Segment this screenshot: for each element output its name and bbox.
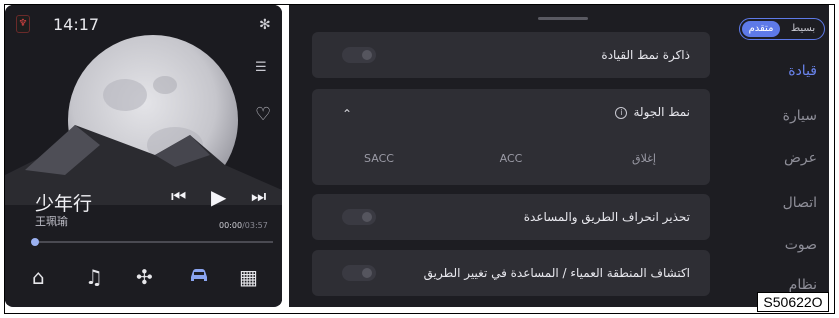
playlist-icon[interactable]: ☰	[255, 60, 267, 75]
heart-icon[interactable]: ♡	[255, 104, 271, 125]
blind-spot-toggle[interactable]	[342, 265, 376, 281]
song-title: 少年行	[35, 193, 93, 215]
chevron-up-icon[interactable]: ⌃	[342, 107, 352, 121]
info-icon[interactable]: i	[615, 106, 628, 119]
fan-icon[interactable]: ✣	[136, 265, 153, 289]
category-display[interactable]: عرض	[784, 150, 817, 166]
car-icon[interactable]	[188, 263, 210, 290]
category-system[interactable]: نظام	[789, 277, 817, 293]
category-vehicle[interactable]: سيارة	[783, 108, 817, 124]
song-artist: 王珮瑜	[35, 215, 68, 228]
music-icon[interactable]: ♫	[85, 265, 103, 289]
settings-panel: ذاكرة نمط القيادة ⌃ نمط الجولة i SACC ACC…	[289, 5, 731, 307]
lane-departure-toggle[interactable]	[342, 209, 376, 225]
bluetooth-icon: ✻	[259, 17, 271, 33]
drag-handle[interactable]	[538, 17, 588, 20]
card-drive-mode-memory[interactable]: ذاكرة نمط القيادة	[312, 32, 710, 78]
clock-time: 14:17	[53, 15, 100, 34]
play-icon[interactable]: ▶	[211, 185, 226, 209]
brand-logo-icon: ♆	[16, 15, 30, 33]
home-icon[interactable]: ⌂	[32, 265, 45, 289]
category-driving[interactable]: قيادة	[788, 63, 817, 79]
category-sidebar: متقدم بسيط قيادة سيارة عرض اتصال صوت نظا…	[731, 5, 829, 307]
option-off[interactable]: إغلاق	[601, 145, 687, 173]
card-blind-spot[interactable]: اكتشاف المنطقة العمياء / المساعدة في تغي…	[312, 250, 710, 296]
option-acc[interactable]: ACC	[468, 145, 554, 173]
mode-advanced[interactable]: متقدم	[742, 21, 780, 37]
album-art-moon	[5, 5, 282, 305]
card-cruise-mode: ⌃ نمط الجولة i SACC ACC إغلاق	[312, 89, 710, 185]
progress-bar[interactable]	[31, 238, 273, 246]
total-duration: /03:57	[242, 221, 268, 230]
lane-departure-label: تحذير انحراف الطريق والمساعدة	[523, 210, 690, 224]
elapsed-time: 00:00	[219, 221, 243, 230]
media-panel: ♆ 14:17 ✻ ☰ ♡ 少年行 王珮瑜 ⏮ ▶ ⏭ 00:00/03:57 …	[5, 5, 282, 307]
cruise-mode-header: نمط الجولة i	[615, 105, 690, 119]
blind-spot-label: اكتشاف المنطقة العمياء / المساعدة في تغي…	[423, 266, 690, 280]
reference-code: S50622O	[757, 292, 829, 312]
next-icon[interactable]: ⏭	[251, 187, 266, 207]
cruise-mode-label: نمط الجولة	[633, 105, 690, 119]
drive-mode-memory-label: ذاكرة نمط القيادة	[601, 48, 690, 62]
previous-icon[interactable]: ⏮	[171, 187, 186, 207]
category-connection[interactable]: اتصال	[783, 195, 817, 211]
progress-knob[interactable]	[31, 238, 39, 246]
mode-basic[interactable]: بسيط	[784, 21, 822, 37]
category-sound[interactable]: صوت	[785, 237, 817, 253]
drive-mode-memory-toggle[interactable]	[342, 47, 376, 63]
apps-icon[interactable]: ▦	[239, 265, 258, 289]
mode-toggle[interactable]: متقدم بسيط	[739, 18, 825, 40]
card-lane-departure[interactable]: تحذير انحراف الطريق والمساعدة	[312, 194, 710, 240]
option-sacc[interactable]: SACC	[336, 145, 422, 173]
time-readout: 00:00/03:57	[219, 221, 268, 230]
